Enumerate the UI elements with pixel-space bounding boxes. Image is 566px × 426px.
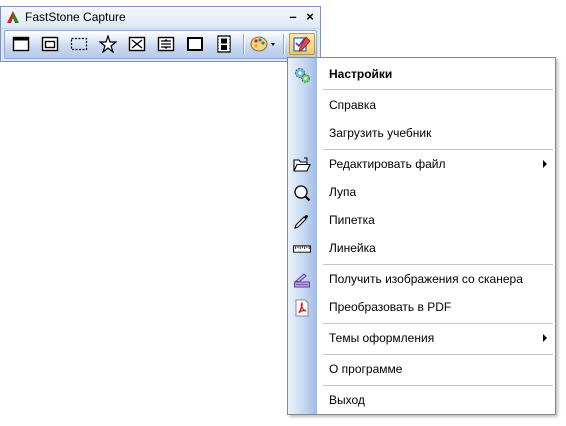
screen-recorder-button[interactable] <box>212 33 236 55</box>
ruler-icon <box>293 240 311 258</box>
menu-item-label: Настройки <box>329 67 393 81</box>
magnifier-icon <box>293 184 311 202</box>
capture-object-button[interactable] <box>38 33 62 55</box>
open-folder-icon <box>293 156 311 174</box>
menu-item-help[interactable]: Справка <box>288 93 555 118</box>
menu-separator <box>323 149 553 150</box>
menu-item-color-picker[interactable]: Пипетка <box>288 208 555 233</box>
menu-item-label: Пипетка <box>329 213 375 227</box>
output-palette-icon <box>250 36 275 52</box>
faststone-logo-icon <box>6 10 20 24</box>
capture-freehand-button[interactable] <box>96 33 120 55</box>
settings-dropdown-menu: Настройки Справка Загрузить учебник Реда… <box>287 57 556 415</box>
capture-freehand-icon <box>99 35 117 53</box>
menu-separator <box>323 385 553 386</box>
screen-recorder-icon <box>217 35 231 53</box>
menu-item-label: Выход <box>329 393 365 407</box>
scanner-icon <box>293 271 311 289</box>
menu-item-acquire-from-scanner[interactable]: Получить изображения со сканера <box>288 267 555 292</box>
menu-separator <box>323 354 553 355</box>
capture-scrolling-icon <box>157 36 175 52</box>
capture-rectangle-button[interactable] <box>67 33 91 55</box>
menu-item-label: Загрузить учебник <box>329 126 432 140</box>
menu-item-label: Линейка <box>329 241 376 255</box>
menu-item-settings[interactable]: Настройки <box>288 62 555 87</box>
capture-rectangle-icon <box>70 37 88 51</box>
minimize-button[interactable]: – <box>286 9 300 25</box>
menu-separator <box>323 264 553 265</box>
capture-fullscreen-icon <box>128 36 146 52</box>
title-bar[interactable]: FastStone Capture – × <box>1 7 320 29</box>
menu-item-magnifier[interactable]: Лупа <box>288 180 555 205</box>
menu-separator <box>323 323 553 324</box>
capture-toolbar-window: FastStone Capture – × <box>0 6 321 62</box>
menu-item-label: Лупа <box>329 185 357 199</box>
capture-fixed-region-button[interactable] <box>183 33 207 55</box>
menu-item-label: Справка <box>329 98 377 112</box>
capture-tools-row <box>4 30 317 59</box>
output-destination-button[interactable] <box>249 33 279 55</box>
submenu-arrow-icon <box>543 160 547 168</box>
menu-item-edit-file[interactable]: Редактировать файл <box>288 152 555 177</box>
menu-item-themes[interactable]: Темы оформления <box>288 326 555 351</box>
capture-scrolling-button[interactable] <box>154 33 178 55</box>
menu-item-convert-to-pdf[interactable]: Преобразовать в PDF <box>288 295 555 320</box>
menu-item-label: Темы оформления <box>329 331 435 345</box>
submenu-arrow-icon <box>543 334 547 342</box>
menu-item-label: Преобразовать в PDF <box>329 300 452 314</box>
capture-window-icon <box>12 36 30 52</box>
eyedropper-icon <box>293 212 311 230</box>
menu-item-download-tutorial[interactable]: Загрузить учебник <box>288 121 555 146</box>
gears-icon <box>293 66 311 84</box>
settings-menu-button[interactable] <box>289 33 315 55</box>
close-button[interactable]: × <box>303 9 317 25</box>
menu-separator <box>323 89 553 90</box>
pdf-icon <box>293 299 311 317</box>
menu-item-label: Получить изображения со сканера <box>329 272 523 286</box>
menu-item-about[interactable]: О программе <box>288 357 555 382</box>
window-title: FastStone Capture <box>25 10 126 24</box>
capture-fullscreen-button[interactable] <box>125 33 149 55</box>
menu-item-label: Редактировать файл <box>329 157 446 171</box>
capture-fixed-region-icon <box>187 37 203 51</box>
capture-object-icon <box>41 36 59 52</box>
toolbar-separator <box>243 34 244 55</box>
toolbar-separator <box>283 34 284 55</box>
settings-menu-icon <box>293 36 311 52</box>
menu-item-ruler[interactable]: Линейка <box>288 236 555 261</box>
menu-item-exit[interactable]: Выход <box>288 388 555 413</box>
menu-item-label: О программе <box>329 362 403 376</box>
capture-window-button[interactable] <box>9 33 33 55</box>
